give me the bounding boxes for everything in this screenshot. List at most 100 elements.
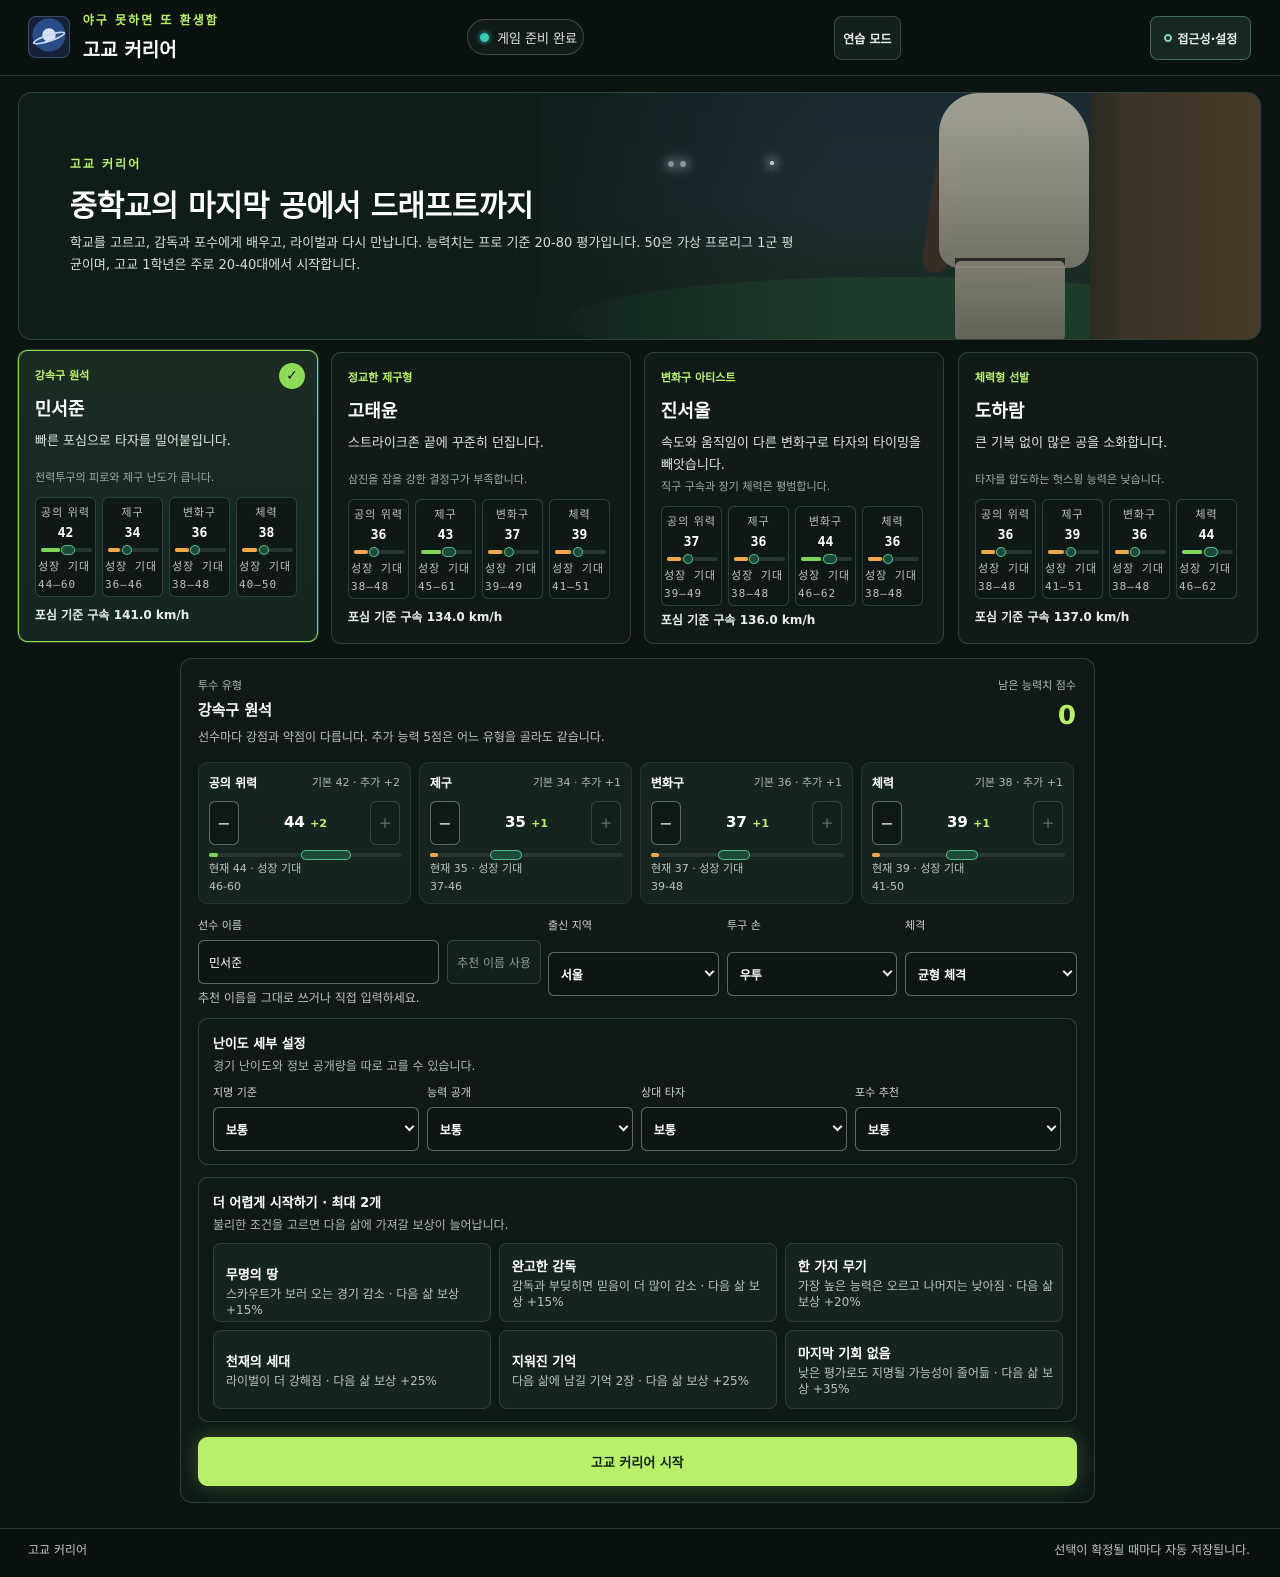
pitcher-velocity: 포심 기준 구속 141.0 km/h [35, 608, 190, 622]
chevron-down-icon [704, 966, 715, 977]
stat-label: 공의 위력 [354, 508, 403, 521]
stat-bar [108, 545, 159, 555]
growth-range: 36–46 [105, 578, 144, 591]
build-label: 체격 [905, 919, 926, 932]
pitcher-card-3[interactable]: 체력형 선발 도하람 큰 기복 없이 많은 공을 소화합니다. 타자를 압도하는… [958, 352, 1258, 644]
stat-potential-marker [61, 545, 75, 555]
allocation-bar [430, 850, 623, 860]
challenge-option[interactable]: 한 가지 무기 가장 높은 능력은 오르고 나머지는 낮아짐 · 다음 삶 보상… [785, 1243, 1063, 1322]
stat-potential-marker [190, 545, 200, 555]
game-status-badge: 게임 준비 완료 [467, 19, 584, 55]
pitcher-name: 고태윤 [348, 401, 398, 422]
allocation-bar [651, 850, 844, 860]
stat-box: 공의 위력 42 성장 기대 44–60 [35, 497, 96, 597]
stat-bar-fill [175, 548, 189, 552]
allocation-value: 44 [284, 813, 305, 831]
challenge-title: 천재의 세대 [226, 1355, 291, 1370]
stat-potential-marker [369, 547, 379, 557]
decrease-stat-button[interactable]: − [872, 801, 902, 845]
stat-bar [242, 545, 293, 555]
stat-label: 변화구 [182, 506, 217, 519]
opponent-batter-select[interactable]: 보통 [641, 1107, 847, 1151]
player-name-hint: 추천 이름을 그대로 쓰거나 직접 입력하세요. [198, 991, 420, 1005]
growth-label: 성장 기대 [418, 562, 471, 575]
growth-label: 성장 기대 [664, 569, 717, 582]
growth-label: 성장 기대 [38, 560, 91, 573]
region-select[interactable]: 서울 [548, 952, 719, 996]
difficulty-value: 보통 [654, 1122, 677, 1137]
stat-box: 공의 위력 36 성장 기대 38–48 [348, 499, 409, 599]
throwing-hand-select[interactable]: 우투 [727, 952, 897, 996]
pitcher-name: 도하람 [975, 401, 1025, 422]
allocation-base: 기본 34 · 추가 +1 [532, 776, 621, 789]
stat-bar-fill [488, 550, 502, 554]
challenge-option[interactable]: 무명의 땅 스카우트가 보러 오는 경기 감소 · 다음 삶 보상 +15% [213, 1243, 491, 1322]
difficulty-label: 상대 타자 [641, 1086, 685, 1099]
stat-label: 체력 [255, 506, 278, 519]
challenge-option[interactable]: 천재의 세대 라이벌이 더 강해짐 · 다음 삶 보상 +25% [213, 1330, 491, 1409]
challenge-title: 완고한 감독 [512, 1260, 577, 1275]
allocation-bar-fill [872, 853, 880, 857]
challenge-option[interactable]: 마지막 기회 없음 낮은 평가로도 지명될 가능성이 줄어듦 · 다음 삶 보상… [785, 1330, 1063, 1409]
chevron-down-icon [404, 1121, 415, 1132]
remaining-points-label: 남은 능력치 점수 [998, 679, 1076, 692]
challenge-title: 무명의 땅 [226, 1268, 279, 1283]
stat-label: 공의 위력 [667, 515, 716, 528]
difficulty-label: 능력 공개 [427, 1086, 471, 1099]
use-suggested-name-button[interactable]: 추천 이름 사용 [447, 940, 541, 984]
allocation-base: 기본 38 · 추가 +1 [974, 776, 1063, 789]
increase-stat-button[interactable]: + [1033, 801, 1063, 845]
stat-label: 제구 [1061, 508, 1084, 521]
growth-label: 성장 기대 [172, 560, 225, 573]
draft-standard-select[interactable]: 보통 [213, 1107, 419, 1151]
increase-stat-button[interactable]: + [812, 801, 842, 845]
stat-value: 36 [370, 528, 387, 543]
settings-label: 접근성·설정 [1177, 31, 1238, 46]
difficulty-value: 보통 [226, 1122, 249, 1137]
challenge-option[interactable]: 지워진 기억 다음 삶에 남길 기억 2장 · 다음 삶 보상 +25% [499, 1330, 777, 1409]
remaining-points-value: 0 [1057, 701, 1076, 731]
stat-box: 제구 39 성장 기대 41–51 [1042, 499, 1103, 599]
allocation-range: 46-60 [209, 880, 241, 893]
stat-potential-marker [1130, 547, 1140, 557]
allocation-current: 현재 44 · 성장 기대 [209, 862, 302, 875]
footer: 고교 커리어 선택이 확정될 때마다 자동 저장됩니다. [0, 1528, 1280, 1577]
pitcher-card-1[interactable]: 정교한 제구형 고태윤 스트라이크존 끝에 꾸준히 던집니다. 삼진을 잡을 강… [331, 352, 631, 644]
build-select[interactable]: 균형 체격 [905, 952, 1077, 996]
allocation-base: 기본 36 · 추가 +1 [753, 776, 842, 789]
increase-stat-button[interactable]: + [591, 801, 621, 845]
increase-stat-button[interactable]: + [370, 801, 400, 845]
stat-value: 38 [258, 526, 275, 541]
app-tagline: 야구 못하면 또 환생함 [83, 13, 219, 27]
chevron-down-icon [1046, 1121, 1057, 1132]
player-silhouette [919, 93, 1099, 339]
pitcher-weakness: 타자를 압도하는 헛스윙 능력은 낮습니다. [975, 473, 1165, 486]
pitcher-name: 진서울 [661, 401, 711, 422]
stat-value: 39 [1064, 528, 1081, 543]
practice-mode-button[interactable]: 연습 모드 [834, 16, 901, 60]
app-logo [28, 16, 70, 58]
growth-range: 39–49 [664, 587, 703, 600]
start-career-button[interactable]: 고교 커리어 시작 [198, 1437, 1077, 1486]
ability-reveal-select[interactable]: 보통 [427, 1107, 633, 1151]
stat-potential-marker [573, 547, 583, 557]
build-value: 균형 체격 [918, 967, 967, 982]
decrease-stat-button[interactable]: − [430, 801, 460, 845]
stat-potential-marker [996, 547, 1006, 557]
growth-label: 성장 기대 [1045, 562, 1098, 575]
player-name-input[interactable]: 민서준 [198, 940, 439, 984]
challenge-option[interactable]: 완고한 감독 감독과 부딪히면 믿음이 더 많이 감소 · 다음 삶 보상 +1… [499, 1243, 777, 1322]
status-dot-icon [480, 32, 489, 42]
stat-bar [1115, 547, 1166, 557]
allocation-potential-marker [490, 850, 522, 860]
challenge-desc: 다음 삶에 남길 기억 2장 · 다음 삶 보상 +25% [512, 1374, 750, 1388]
catcher-advice-select[interactable]: 보통 [855, 1107, 1061, 1151]
stat-bar-fill [1048, 550, 1064, 554]
difficulty-value: 보통 [868, 1122, 891, 1137]
pitcher-card-0[interactable]: 강속구 원석 ✓ 민서준 빠른 포심으로 타자를 밀어붙입니다. 전력투구의 피… [18, 350, 318, 642]
pitcher-card-2[interactable]: 변화구 아티스트 진서울 속도와 움직임이 다른 변화구로 타자의 타이밍을 빼… [644, 352, 944, 644]
growth-label: 성장 기대 [978, 562, 1031, 575]
accessibility-settings-button[interactable]: 접근성·설정 [1150, 16, 1251, 60]
decrease-stat-button[interactable]: − [209, 801, 239, 845]
decrease-stat-button[interactable]: − [651, 801, 681, 845]
